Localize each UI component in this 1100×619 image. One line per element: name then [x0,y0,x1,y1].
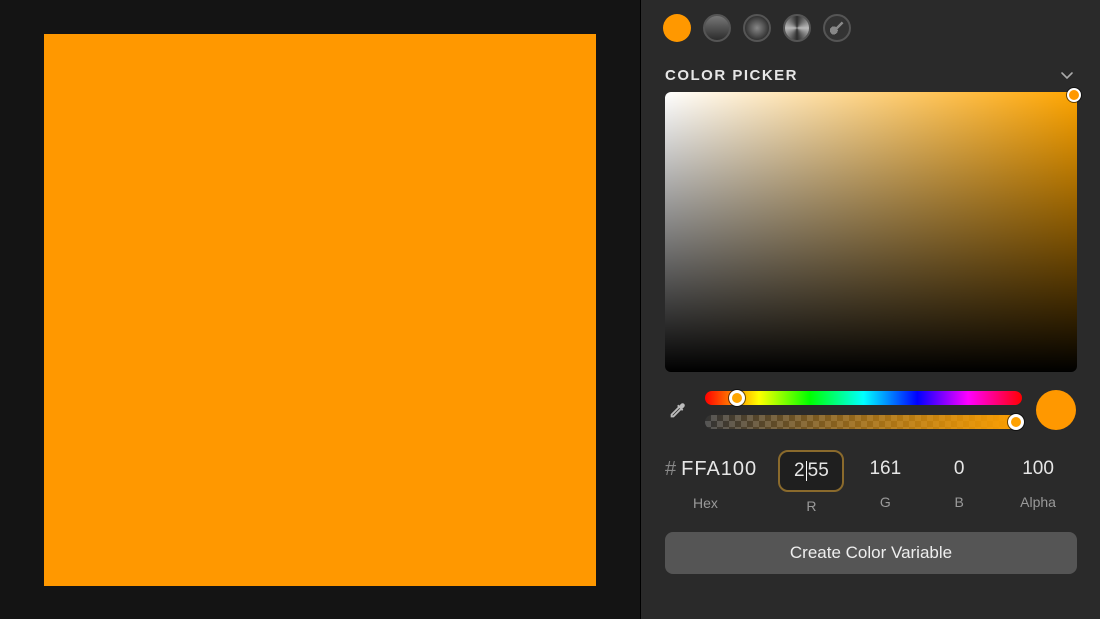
r-cell: 255 R [778,450,844,514]
sv-handle[interactable] [1067,88,1081,102]
saturation-value-area[interactable] [665,92,1077,372]
alpha-cell: 100 Alpha [1000,450,1076,510]
slider-row [641,372,1100,430]
value-row: #FFA100 Hex 255 R 161 G 0 B 100 Alpha [641,430,1100,514]
b-cell: 0 B [926,450,992,510]
hex-label: Hex [665,495,718,511]
hex-value: FFA100 [681,458,757,480]
selected-color-rect[interactable] [44,34,596,586]
hue-handle[interactable] [729,390,745,406]
g-cell: 161 G [852,450,918,510]
hex-cell: #FFA100 Hex [665,450,770,511]
alpha-input[interactable]: 100 [1000,450,1076,488]
panel-title: COLOR PICKER [665,67,798,84]
color-picker-header[interactable]: COLOR PICKER [641,52,1100,92]
current-color-swatch[interactable] [1036,390,1076,430]
chevron-down-icon[interactable] [1058,66,1076,84]
g-input[interactable]: 161 [852,450,918,488]
b-label: B [955,494,964,510]
b-input[interactable]: 0 [926,450,992,488]
eyedropper-icon[interactable] [665,397,691,423]
canvas-area [0,0,640,619]
r-label: R [806,498,816,514]
color-panel: COLOR PICKER #FFA100 Hex 255 R [640,0,1100,619]
fill-linear-tab[interactable] [703,14,731,42]
fill-image-tab[interactable] [823,14,851,42]
hue-slider[interactable] [705,391,1022,405]
alpha-label: Alpha [1020,494,1056,510]
alpha-handle[interactable] [1008,414,1024,430]
fill-angular-tab[interactable] [783,14,811,42]
fill-type-tabs [641,0,1100,52]
r-input[interactable]: 255 [778,450,844,492]
create-color-variable-button[interactable]: Create Color Variable [665,532,1077,574]
alpha-slider[interactable] [705,415,1022,429]
g-label: G [880,494,891,510]
sliders-group [705,391,1022,429]
fill-radial-tab[interactable] [743,14,771,42]
fill-solid-tab[interactable] [663,14,691,42]
hex-input[interactable]: #FFA100 [665,450,770,489]
